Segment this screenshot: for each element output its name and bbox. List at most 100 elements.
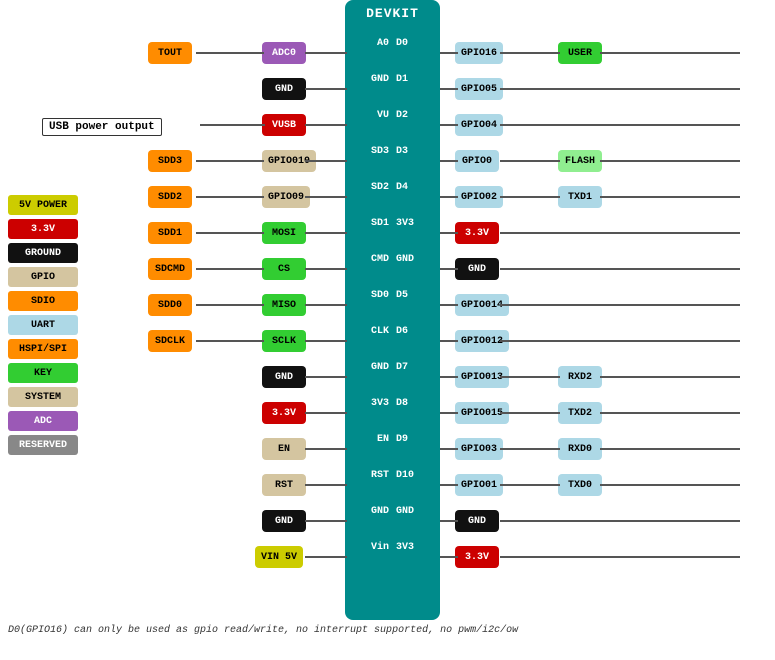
line-gnd13-board [305,520,347,522]
line-tout-adc0 [196,52,264,54]
line-board-gpio03 [440,448,458,450]
line-gpio04-end [500,124,740,126]
chip-txd1: TXD1 [558,186,602,208]
chip-gnd-1: GND [262,78,306,100]
chip-sdclk: SDCLK [148,330,192,352]
line-gpio015-txd2 [500,412,560,414]
line-board-gpio013 [440,376,458,378]
line-sdd3-gpio010 [196,160,264,162]
chip-rxd0: RXD0 [558,438,602,460]
line-vusb-board [305,124,347,126]
line-3v3-board [305,412,347,414]
line-gnd1-board [305,88,347,90]
chip-sdd3: SDD3 [148,150,192,172]
chip-mosi: MOSI [262,222,306,244]
usb-power-label: USB power output [42,118,162,136]
line-board-gpio04 [440,124,458,126]
chip-gpio05: GPIO05 [455,78,503,100]
line-3v3r14-end [500,556,740,558]
line-gnd9-board [305,376,347,378]
line-sdcmd-cs [196,268,264,270]
line-miso-board [305,304,347,306]
chip-rxd2: RXD2 [558,366,602,388]
legend-sdio: SDIO [8,291,78,311]
legend-ground: GROUND [8,243,78,263]
chip-gnd-13: GND [262,510,306,532]
line-board-gndr13 [440,520,458,522]
chip-txd2: TXD2 [558,402,602,424]
line-gpio013-rxd2 [500,376,560,378]
chip-sdd0: SDD0 [148,294,192,316]
legend-3v3: 3.3V [8,219,78,239]
chip-cs: CS [262,258,306,280]
line-board-3v3-r5 [440,232,458,234]
line-rxd0-end [600,448,740,450]
legend: 5V POWER 3.3V GROUND GPIO SDIO UART HSPI… [8,195,78,455]
chip-gpio01: GPIO01 [455,474,503,496]
line-board-gpio16 [440,52,458,54]
line-gpio05-end [500,88,740,90]
line-txd1-end [600,196,740,198]
line-sdd1-mosi [196,232,264,234]
line-gpio02-txd1 [500,196,560,198]
chip-tout: TOUT [148,42,192,64]
legend-reserved: RESERVED [8,435,78,455]
line-board-gpio012 [440,340,458,342]
line-board-gndr6 [440,268,458,270]
legend-uart: UART [8,315,78,335]
line-gpio03-rxd0 [500,448,560,450]
line-3v3r5-end [500,232,740,234]
line-board-gpio05 [440,88,458,90]
chip-gpio04: GPIO04 [455,114,503,136]
legend-adc: ADC [8,411,78,431]
line-gndr6-end [500,268,740,270]
line-board-gpio02 [440,196,458,198]
chip-gpio16: GPIO16 [455,42,503,64]
line-user-end [600,52,740,54]
chip-gpio0: GPIO0 [455,150,499,172]
chip-gnd-r6: GND [455,258,499,280]
line-gpio014-end [500,304,740,306]
legend-5v-power: 5V POWER [8,195,78,215]
line-gpio16-user [500,52,560,54]
line-sdclk-sclk [196,340,264,342]
legend-gpio: GPIO [8,267,78,287]
chip-flash: FLASH [558,150,602,172]
line-flash-end [600,160,740,162]
line-gpio012-end [500,340,740,342]
legend-key: KEY [8,363,78,383]
line-sclk-board [305,340,347,342]
chip-miso: MISO [262,294,306,316]
line-gndr13-end [500,520,740,522]
chip-adc0: ADC0 [262,42,306,64]
chip-gpio02: GPIO02 [455,186,503,208]
line-rst-board [305,484,347,486]
line-cs-board [305,268,347,270]
chip-gnd-9: GND [262,366,306,388]
chip-txd0: TXD0 [558,474,602,496]
chip-vin5v: VIN 5V [255,546,303,568]
line-usb-vusb [200,124,265,126]
chip-rst: RST [262,474,306,496]
line-board-gpio015 [440,412,458,414]
line-gpio0-flash [500,160,560,162]
line-rxd2-end [600,376,740,378]
line-gpio01-txd0 [500,484,560,486]
line-vin-board [305,556,347,558]
line-sdd0-miso [196,304,264,306]
line-en-board [305,448,347,450]
line-mosi-board [305,232,347,234]
chip-3v3-left: 3.3V [262,402,306,424]
chip-3v3-r14: 3.3V [455,546,499,568]
chip-en: EN [262,438,306,460]
line-txd2-end [600,412,740,414]
chip-gnd-r13: GND [455,510,499,532]
chip-3v3-r5: 3.3V [455,222,499,244]
devkit-title: DEVKIT [366,0,419,25]
line-sdd2-gpio09 [196,196,264,198]
chip-gpio03: GPIO03 [455,438,503,460]
chip-vusb: VUSB [262,114,306,136]
legend-hspi-spi: HSPI/SPI [8,339,78,359]
chip-gpio09: GPIO09 [262,186,310,208]
line-board-3v3r14 [440,556,458,558]
